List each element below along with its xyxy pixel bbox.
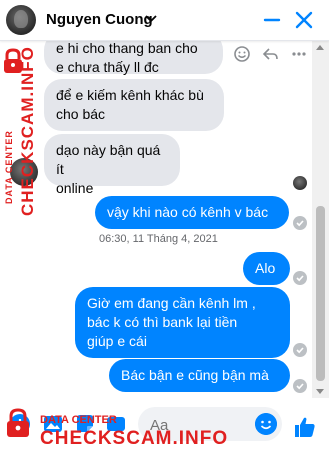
message-bubble[interactable]: Giờ em đang cần kênh lm , bác k có thì b… xyxy=(75,287,290,358)
message-line: bác k có thì bank lại tiền xyxy=(87,314,238,330)
message-actions xyxy=(233,45,308,65)
message-line: e hi cho thang ban cho xyxy=(56,41,198,56)
sent-status-icon xyxy=(293,343,307,357)
emoji-icon[interactable] xyxy=(255,413,277,435)
watermark-bottom: DATA CENTER CHECKSCAM.INFO xyxy=(6,408,227,454)
sent-status-icon xyxy=(293,216,307,230)
message-bubble[interactable]: Alo xyxy=(243,252,290,285)
minimize-icon[interactable] xyxy=(262,10,282,30)
watermark-big-text: CHECKSCAM.INFO xyxy=(18,46,37,216)
message-bubble[interactable]: vậy khi nào có kênh v bác xyxy=(95,196,289,229)
message-line: Bác bận e cũng bận mà xyxy=(121,367,269,383)
read-receipt-avatar xyxy=(293,176,307,190)
message-line: để e kiếm kênh khác bù xyxy=(56,87,204,103)
message-line: dạo này bận quá ít xyxy=(56,142,161,177)
sent-status-icon xyxy=(293,379,307,393)
watermark-small-text: DATA CENTER xyxy=(4,130,14,204)
message-line: Giờ em đang cần kênh lm , xyxy=(87,295,256,311)
message-timestamp: 06:30, 11 Tháng 4, 2021 xyxy=(99,233,218,245)
scroll-thumb[interactable] xyxy=(316,206,325,381)
like-icon[interactable] xyxy=(293,415,317,439)
message-bubble[interactable]: để e kiếm kênh khác bù cho bác xyxy=(44,79,224,131)
message-line: vậy khi nào có kênh v bác xyxy=(107,204,269,220)
watermark-lock-logo xyxy=(7,408,29,437)
emoji-react-icon[interactable] xyxy=(233,45,251,63)
contact-name[interactable]: Nguyen Cuong xyxy=(46,11,153,28)
more-icon[interactable] xyxy=(290,45,308,63)
scroll-up-arrow[interactable] xyxy=(316,45,324,50)
message-bubble[interactable]: dạo này bận quá ít online xyxy=(44,134,180,196)
watermark-big-text: CHECKSCAM.INFO xyxy=(40,428,229,449)
chat-header: Nguyen Cuong xyxy=(0,0,329,41)
message-bubble[interactable]: Bác bận e cũng bận mà xyxy=(109,359,290,392)
message-list[interactable]: e hi cho thang ban cho e chưa thấy ll đc… xyxy=(0,41,329,398)
scrollbar[interactable] xyxy=(312,41,329,398)
chevron-down-icon[interactable] xyxy=(144,11,158,25)
reply-icon[interactable] xyxy=(261,45,279,63)
watermark-vertical: DATA CENTER CHECKSCAM.INFO xyxy=(0,44,37,216)
close-icon[interactable] xyxy=(294,10,314,30)
message-line: e chưa thấy ll đc xyxy=(56,59,159,75)
message-bubble[interactable]: e hi cho thang ban cho e chưa thấy ll đc xyxy=(44,41,223,75)
message-line: giúp e cái xyxy=(87,333,147,349)
scroll-down-arrow[interactable] xyxy=(316,389,324,394)
contact-avatar[interactable] xyxy=(6,5,36,35)
watermark-small-text: DATA CENTER xyxy=(40,414,117,426)
sent-status-icon xyxy=(293,271,307,285)
message-line: Alo xyxy=(255,260,276,276)
message-line: cho bác xyxy=(56,106,106,122)
